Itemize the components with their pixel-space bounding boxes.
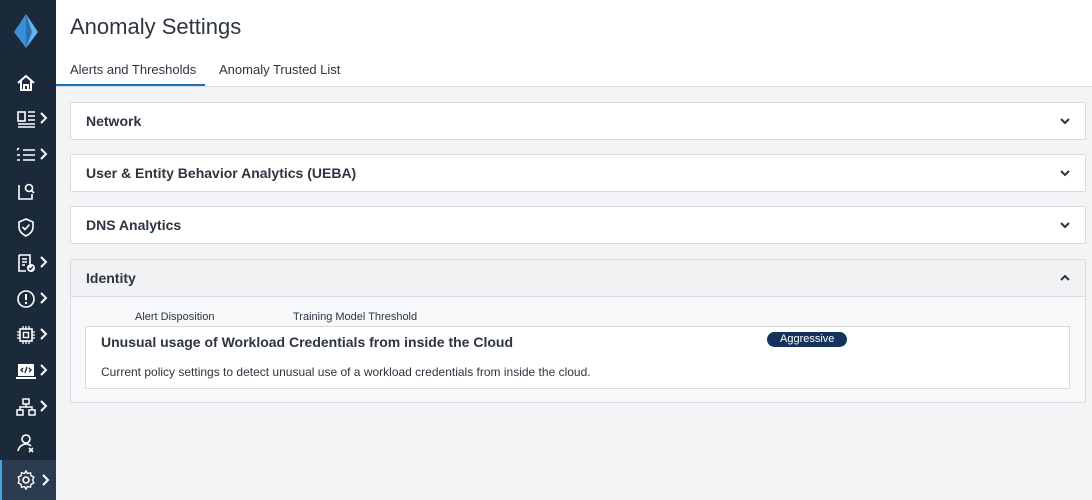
panel-network: Network: [70, 102, 1086, 140]
chevron-down-icon[interactable]: [1059, 168, 1071, 178]
panel-dns-analytics: DNS Analytics: [70, 206, 1086, 244]
panel-title: Network: [86, 113, 142, 129]
sidebar-item-settings[interactable]: [0, 460, 56, 500]
panel-title: DNS Analytics: [86, 217, 182, 233]
column-header-alert-disposition: Alert Disposition: [135, 311, 215, 323]
chevron-right-icon: [40, 112, 48, 124]
sidebar-item-alerts[interactable]: [0, 281, 56, 315]
panel-dns-header[interactable]: DNS Analytics: [71, 207, 1085, 243]
chevron-right-icon: [40, 256, 48, 268]
policy-description: Current policy settings to detect unusua…: [101, 365, 591, 379]
sidebar-item-dashboard[interactable]: [0, 101, 56, 135]
code-icon: [16, 364, 36, 379]
chevron-down-icon[interactable]: [1059, 220, 1071, 230]
home-icon: [17, 74, 35, 91]
chevron-up-icon[interactable]: [1059, 273, 1071, 283]
sidebar-item-list[interactable]: [0, 137, 56, 171]
column-header-training-model-threshold: Training Model Threshold: [293, 311, 418, 323]
chip-icon: [17, 326, 35, 344]
chevron-right-icon: [40, 364, 48, 376]
chevron-right-icon: [40, 328, 48, 340]
policy-card[interactable]: Unusual usage of Workload Credentials fr…: [85, 326, 1070, 389]
threshold-badge[interactable]: Aggressive: [767, 332, 848, 347]
sidebar-item-network[interactable]: [0, 389, 56, 423]
dashboard-icon: [17, 111, 35, 128]
page-title: Anomaly Settings: [70, 14, 242, 39]
chevron-right-icon: [42, 474, 50, 486]
sidebar-item-code[interactable]: [0, 353, 56, 387]
panel-network-header[interactable]: Network: [71, 103, 1085, 139]
panel-title: User & Entity Behavior Analytics (UEBA): [86, 165, 357, 181]
panel-identity-header[interactable]: Identity: [71, 260, 1085, 297]
main-content: Anomaly Settings Alerts and Thresholds A…: [56, 0, 1092, 500]
panel-ueba: User & Entity Behavior Analytics (UEBA): [70, 154, 1086, 192]
chevron-right-icon: [40, 292, 48, 304]
page-header: Anomaly Settings Alerts and Thresholds A…: [56, 0, 1092, 87]
tab-anomaly-trusted-list[interactable]: Anomaly Trusted List: [219, 62, 340, 87]
shield-check-icon: [18, 218, 34, 237]
policy-title: Unusual usage of Workload Credentials fr…: [101, 334, 514, 350]
sidebar: [0, 0, 56, 500]
chevron-right-icon: [40, 400, 48, 412]
sidebar-item-identity[interactable]: [0, 425, 56, 459]
sidebar-item-investigate[interactable]: [0, 173, 56, 207]
investigate-icon: [18, 183, 35, 200]
gear-icon: [17, 469, 35, 491]
panel-title: Identity: [86, 270, 136, 286]
sidebar-item-compute[interactable]: [0, 317, 56, 351]
sidebar-item-shield[interactable]: [0, 209, 56, 243]
list-icon: [16, 147, 35, 161]
network-icon: [16, 398, 36, 416]
identity-icon: [17, 434, 34, 453]
sidebar-item-compliance[interactable]: [0, 245, 56, 279]
panel-ueba-header[interactable]: User & Entity Behavior Analytics (UEBA): [71, 155, 1085, 191]
panel-identity: Identity Alert Disposition Training Mode…: [70, 259, 1086, 403]
compliance-icon: [18, 254, 35, 272]
chevron-right-icon: [40, 148, 48, 160]
alert-icon: [17, 290, 35, 308]
prisma-logo-icon[interactable]: [10, 12, 42, 50]
chevron-down-icon[interactable]: [1059, 116, 1071, 126]
active-tab-indicator: [56, 84, 205, 86]
sidebar-item-home[interactable]: [0, 65, 56, 99]
